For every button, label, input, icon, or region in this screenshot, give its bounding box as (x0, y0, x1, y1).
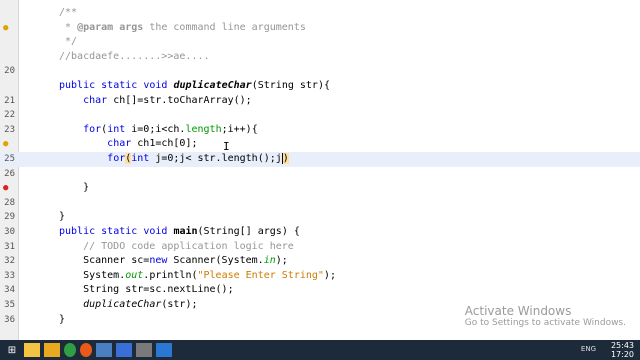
code-text[interactable]: // TODO code application logic here (59, 240, 294, 255)
code-text[interactable]: Scanner sc=new Scanner(System.in); (59, 254, 288, 269)
code-text[interactable]: public static void duplicateChar(String … (59, 79, 330, 94)
line-number: 30 (4, 227, 15, 237)
code-text[interactable]: //bacdaefe.......>>ae.... (59, 50, 210, 65)
code-line[interactable]: 30 public static void main(String[] args)… (0, 225, 640, 240)
code-text[interactable]: for(int i=0;i<ch.length;i++){ (59, 123, 258, 138)
code-line[interactable]: 32 Scanner sc=new Scanner(System.in); (0, 254, 640, 269)
code-text[interactable]: */ (59, 35, 77, 50)
code-line[interactable]: 28 (0, 196, 640, 211)
line-number: 26 (4, 168, 15, 179)
code-line[interactable]: ● char ch1=ch[0]; (0, 137, 640, 152)
watermark-subtitle: Go to Settings to activate Windows. (464, 318, 626, 328)
code-text[interactable]: * @param args the command line arguments (59, 21, 306, 36)
code-text[interactable]: /** (59, 6, 77, 21)
line-number: 36 (4, 314, 15, 325)
line-number: 25 (4, 154, 15, 164)
line-number: 21 (4, 95, 15, 106)
line-number: 28 (4, 197, 15, 208)
taskbar-clock[interactable]: 25:43 17:20 (611, 341, 634, 359)
store-icon[interactable] (156, 343, 172, 357)
line-number: 23 (4, 124, 15, 135)
mouse-ibeam-cursor: I (223, 140, 230, 153)
code-line[interactable]: 22 (0, 108, 640, 123)
code-text[interactable]: } (59, 210, 65, 225)
clock-top: 25:43 (610, 341, 634, 350)
line-number: 22 (4, 110, 15, 121)
clock-time: 17:20 (610, 350, 634, 359)
error-marker-icon[interactable]: ● (3, 181, 8, 196)
chrome-icon[interactable] (64, 343, 76, 357)
code-line[interactable]: ● * @param args the command line argumen… (0, 21, 640, 36)
code-editor[interactable]: /** ● * @param args the command line argu… (0, 0, 640, 340)
code-text[interactable]: for(int j=0;j< str.length();j) (59, 152, 289, 167)
line-number: 34 (4, 285, 15, 296)
lightbulb-hint-icon[interactable]: ● (3, 21, 8, 36)
code-text[interactable]: String str=sc.nextLine(); (59, 283, 234, 298)
code-text[interactable]: public static void main(String[] args) { (59, 225, 300, 240)
lightbulb-hint-icon[interactable]: ● (3, 137, 8, 152)
watermark-title: Activate Windows (464, 304, 572, 318)
code-text[interactable]: char ch[]=str.toCharArray(); (59, 94, 252, 109)
code-line[interactable]: 26 (0, 167, 640, 182)
code-line[interactable]: 25 for(int j=0;j< str.length();j) (0, 152, 640, 167)
code-text[interactable]: System.out.println("Please Enter String"… (59, 269, 336, 284)
line-number: 35 (4, 300, 15, 310)
start-icon[interactable]: ⊞ (4, 343, 20, 357)
code-line[interactable]: 20 (0, 64, 640, 79)
code-line[interactable]: */ (0, 35, 640, 50)
code-line[interactable]: 34 String str=sc.nextLine(); (0, 283, 640, 298)
code-text[interactable]: } (59, 313, 65, 328)
code-line[interactable]: 23 for(int i=0;i<ch.length;i++){ (0, 123, 640, 138)
code-line[interactable]: 21 char ch[]=str.toCharArray(); (0, 94, 640, 109)
code-line[interactable]: public static void duplicateChar(String … (0, 79, 640, 94)
line-number: 32 (4, 256, 15, 267)
code-text[interactable]: } (59, 181, 89, 196)
code-line[interactable]: ● } (0, 181, 640, 196)
activate-windows-watermark: Activate Windows Go to Settings to activ… (465, 304, 626, 328)
code-line[interactable]: //bacdaefe.......>>ae.... (0, 50, 640, 65)
firefox-icon[interactable] (80, 343, 92, 357)
file-explorer-icon[interactable] (24, 343, 40, 357)
windows-taskbar: ⊞ ENG 25:43 17:20 (0, 340, 640, 360)
netbeans-icon[interactable] (96, 343, 112, 357)
code-line[interactable]: 29} (0, 210, 640, 225)
code-line[interactable]: 31 // TODO code application logic here (0, 240, 640, 255)
code-text[interactable]: char ch1=ch[0]; (59, 137, 197, 152)
code-line[interactable]: 33 System.out.println("Please Enter Stri… (0, 269, 640, 284)
line-number: 33 (4, 270, 15, 281)
line-number: 31 (4, 241, 15, 252)
media-icon[interactable] (136, 343, 152, 357)
mail-icon[interactable] (116, 343, 132, 357)
tray-language[interactable]: ENG (581, 345, 596, 353)
code-text[interactable]: duplicateChar(str); (59, 298, 197, 313)
folder-icon[interactable] (44, 343, 60, 357)
code-line[interactable]: /** (0, 6, 640, 21)
line-number: 20 (4, 66, 15, 77)
line-number: 29 (4, 212, 15, 223)
